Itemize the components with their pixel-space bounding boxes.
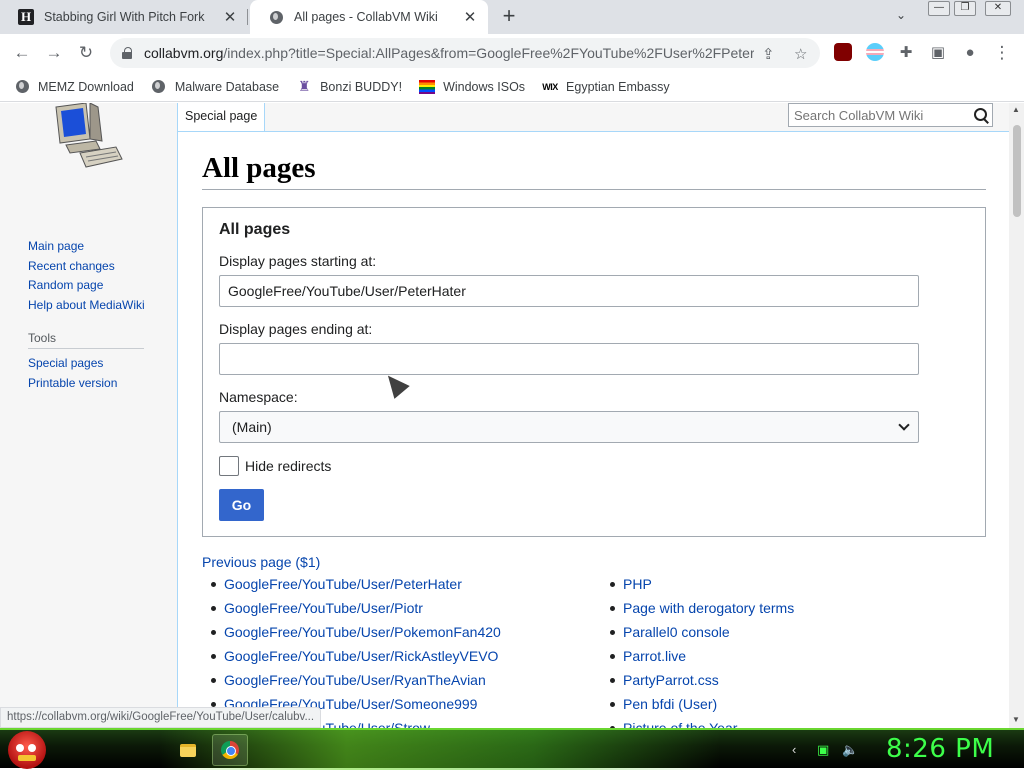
scrollbar-thumb[interactable] — [1013, 125, 1021, 217]
form-legend: All pages — [219, 221, 291, 238]
hide-redirects-row: Hide redirects — [219, 456, 331, 476]
hide-redirects-checkbox[interactable] — [219, 456, 239, 476]
tab-all-pages[interactable]: All pages - CollabVM Wiki ✕ — [250, 0, 488, 34]
lock-icon[interactable] — [122, 47, 134, 59]
back-button[interactable]: ← — [10, 41, 34, 65]
tray-chevron-icon[interactable]: ‹ — [792, 742, 796, 757]
scroll-up-arrow-icon[interactable]: ▲ — [1012, 105, 1020, 114]
search-input[interactable] — [789, 107, 970, 123]
bonzi-icon: ♜ — [297, 78, 311, 94]
rainbow-flag-icon — [419, 79, 436, 95]
list-item[interactable]: Picture of the Year — [601, 720, 794, 728]
scroll-down-arrow-icon[interactable]: ▼ — [1012, 715, 1020, 724]
to-input[interactable] — [219, 343, 919, 375]
bookmark-windows-isos[interactable]: Windows ISOs — [419, 79, 525, 95]
extensions-puzzle-icon[interactable]: ✚ — [894, 41, 918, 65]
sidebar-item-random-page[interactable]: Random page — [28, 278, 145, 293]
list-item[interactable]: Page with derogatory terms — [601, 600, 794, 624]
list-item[interactable]: GoogleFree/YouTube/User/RyanTheAvian — [202, 672, 501, 696]
main-content: All pages All pages Display pages starti… — [177, 131, 1009, 728]
sidebar-item-main-page[interactable]: Main page — [28, 239, 145, 254]
tab-stabbing-girl[interactable]: H Stabbing Girl With Pitch Fork ✕ — [0, 0, 248, 34]
link-status-bar: https://collabvm.org/wiki/GoogleFree/You… — [0, 707, 322, 728]
network-icon[interactable]: ▣ — [817, 742, 829, 758]
bookmark-memz[interactable]: MEMZ Download — [14, 79, 134, 95]
chevron-down-icon — [898, 419, 910, 431]
list-item[interactable]: PartyParrot.css — [601, 672, 794, 696]
minimize-button[interactable]: — — [928, 1, 950, 16]
sidebar-tools: Special pages Printable version — [28, 356, 117, 395]
collabvm-computer-logo[interactable] — [50, 103, 126, 173]
close-tab-icon[interactable]: ✕ — [460, 7, 480, 27]
namespace-select[interactable]: (Main) — [219, 411, 919, 443]
menu-kebab-icon[interactable]: ⋮ — [990, 41, 1014, 65]
page-scrollbar[interactable]: ▲ ▼ — [1009, 103, 1024, 728]
new-tab-button[interactable]: + — [498, 5, 520, 28]
list-item[interactable]: PHP — [601, 576, 794, 600]
list-item[interactable]: Parallel0 console — [601, 624, 794, 648]
list-item[interactable]: Pen bfdi (User) — [601, 696, 794, 720]
reload-button[interactable]: ↻ — [74, 41, 98, 65]
all-pages-form: All pages Display pages starting at: Dis… — [202, 207, 986, 537]
sidebar-navigation: Main page Recent changes Random page Hel… — [28, 239, 145, 317]
page-viewport: Main page Recent changes Random page Hel… — [0, 103, 1024, 728]
bookmark-malware-database[interactable]: Malware Database — [151, 79, 279, 95]
bookmarks-bar: MEMZ Download Malware Database ♜ Bonzi BU… — [0, 72, 1024, 102]
wiki-search — [788, 103, 993, 127]
namespace-value: (Main) — [232, 419, 272, 435]
chrome-taskbar-icon[interactable] — [212, 734, 248, 766]
share-icon[interactable]: ⇪ — [762, 45, 775, 63]
volume-icon[interactable]: 🔈 — [842, 742, 858, 758]
restore-button[interactable]: ❐ — [954, 1, 976, 16]
sidebar-item-help[interactable]: Help about MediaWiki — [28, 298, 145, 313]
list-item[interactable]: Parrot.live — [601, 648, 794, 672]
url-text[interactable]: collabvm.org/index.php?title=Special:All… — [144, 45, 754, 61]
address-bar[interactable]: collabvm.org/index.php?title=Special:All… — [110, 38, 820, 68]
bookmark-egyptian-embassy[interactable]: WIX Egyptian Embassy — [542, 79, 669, 95]
file-explorer-icon[interactable] — [170, 734, 206, 766]
h-favicon-icon: H — [18, 9, 34, 25]
sidebar-item-special-pages[interactable]: Special pages — [28, 356, 117, 371]
namespace-label: Namespace: — [219, 389, 298, 405]
tab-title: All pages - CollabVM Wiki — [294, 10, 438, 24]
list-item[interactable]: GoogleFree/YouTube/User/PeterHater — [202, 576, 501, 600]
pages-list-left: GoogleFree/YouTube/User/PeterHater Googl… — [202, 576, 501, 728]
forward-button[interactable]: → — [42, 41, 66, 65]
tab-strip: H Stabbing Girl With Pitch Fork ✕ All pa… — [0, 0, 1024, 34]
go-button[interactable]: Go — [219, 489, 264, 521]
close-tab-icon[interactable]: ✕ — [220, 7, 240, 27]
sidebar-item-printable-version[interactable]: Printable version — [28, 376, 117, 391]
pages-list-right: PHP Page with derogatory terms Parallel0… — [601, 576, 794, 728]
from-label: Display pages starting at: — [219, 253, 377, 269]
bookmark-star-icon[interactable]: ☆ — [794, 45, 807, 63]
browser-toolbar: ← → ↻ collabvm.org/index.php?title=Speci… — [0, 34, 1024, 72]
os-taskbar: ‹ ▣ 🔈 8:26 PM — [0, 728, 1024, 770]
ublock-icon[interactable] — [834, 43, 852, 61]
globe-icon — [151, 79, 167, 95]
taskbar-clock[interactable]: 8:26 PM — [886, 734, 994, 764]
from-input[interactable] — [219, 275, 919, 307]
sidebar-item-recent-changes[interactable]: Recent changes — [28, 259, 145, 274]
hide-redirects-label[interactable]: Hide redirects — [245, 458, 331, 474]
globe-favicon-icon — [268, 9, 284, 25]
search-icon[interactable] — [970, 104, 992, 126]
list-item[interactable]: GoogleFree/YouTube/User/RickAstleyVEVO — [202, 648, 501, 672]
tab-title: Stabbing Girl With Pitch Fork — [44, 10, 205, 24]
list-item[interactable]: GoogleFree/YouTube/User/Piotr — [202, 600, 501, 624]
angry-bird-start-icon[interactable] — [8, 731, 46, 769]
bookmark-bonzi-buddy[interactable]: ♜ Bonzi BUDDY! — [296, 78, 402, 95]
side-panel-icon[interactable]: ▣ — [926, 41, 950, 65]
page-title: All pages — [202, 152, 986, 190]
sidebar-tools-heading: Tools — [28, 331, 144, 349]
wix-icon: WIX — [542, 81, 558, 92]
list-item[interactable]: GoogleFree/YouTube/User/PokemonFan420 — [202, 624, 501, 648]
tab-special-page[interactable]: Special page — [177, 103, 266, 131]
globe-icon — [14, 79, 30, 95]
to-label: Display pages ending at: — [219, 321, 373, 337]
trans-flag-extension-icon[interactable] — [866, 43, 884, 61]
profile-avatar-icon[interactable]: ● — [958, 41, 982, 65]
window-close-button[interactable]: ✕ — [985, 1, 1011, 16]
previous-page-link[interactable]: Previous page ($1) — [202, 554, 320, 570]
tab-search-chevron-icon[interactable]: ⌄ — [896, 8, 906, 22]
